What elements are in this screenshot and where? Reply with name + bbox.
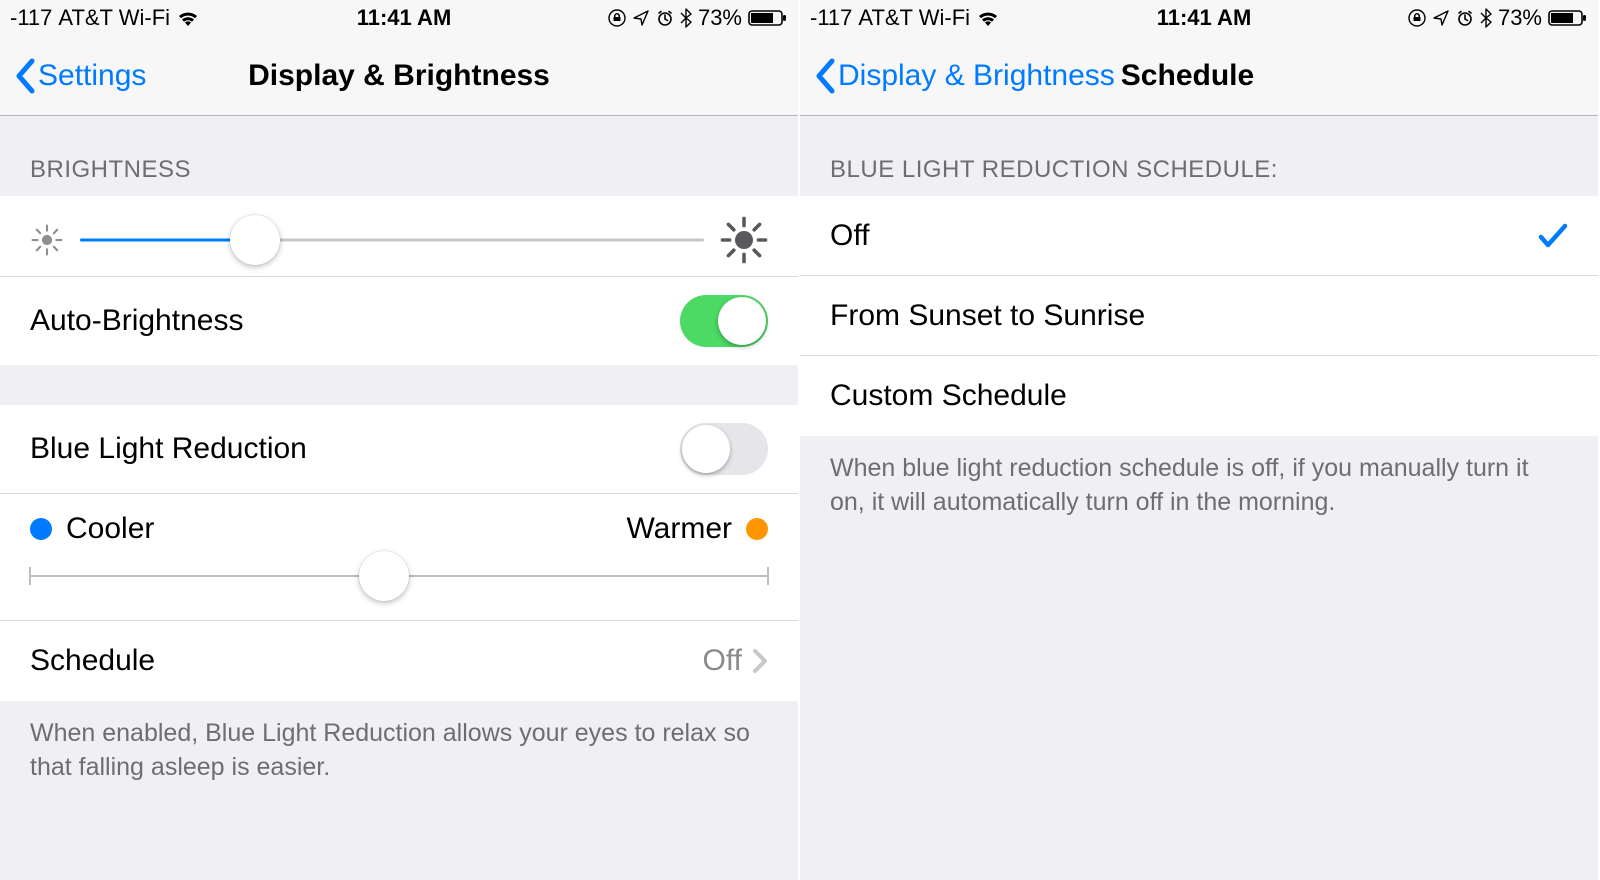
alarm-icon [1456,9,1474,27]
option-label: Custom Schedule [830,379,1568,413]
battery-percent: 73% [1498,5,1542,31]
blue-light-toggle[interactable] [680,423,768,475]
temperature-slider[interactable] [30,556,768,596]
auto-brightness-toggle[interactable] [680,295,768,347]
schedule-row[interactable]: Schedule Off [0,621,798,701]
wifi-icon [976,9,1000,27]
chevron-right-icon [752,648,768,674]
sun-large-icon [720,216,768,264]
bluetooth-icon [1480,8,1492,28]
signal-strength: -117 [10,5,52,31]
back-button[interactable]: Display & Brightness [814,58,1115,94]
cooler-label: Cooler [66,512,154,546]
blue-light-row: Blue Light Reduction [0,405,798,494]
alarm-icon [656,9,674,27]
back-label: Display & Brightness [838,59,1115,93]
blue-light-group: Blue Light Reduction Cooler Warmer Sched… [0,405,798,701]
auto-brightness-label: Auto-Brightness [30,304,680,338]
checkmark-icon [1538,223,1568,249]
back-button[interactable]: Settings [14,58,146,94]
nav-bar: Settings Display & Brightness [0,36,798,116]
signal-strength: -117 [810,5,852,31]
battery-icon [748,9,788,27]
warmer-label: Warmer [626,512,732,546]
chevron-left-icon [14,58,36,94]
nav-bar: Display & Brightness Schedule [800,36,1598,116]
blue-light-footer: When enabled, Blue Light Reduction allow… [0,701,798,809]
rotation-lock-icon [1408,9,1426,27]
location-icon [632,9,650,27]
option-label: From Sunset to Sunrise [830,299,1568,333]
warmer-dot-icon [746,518,768,540]
status-bar: -117 AT&T Wi-Fi 11:41 AM 73% [800,0,1598,36]
temperature-labels: Cooler Warmer [0,494,798,546]
auto-brightness-row: Auto-Brightness [0,277,798,365]
schedule-value: Off [703,644,742,678]
brightness-group: Auto-Brightness [0,196,798,365]
schedule-options-group: Off From Sunset to Sunrise Custom Schedu… [800,196,1598,436]
rotation-lock-icon [608,9,626,27]
battery-percent: 73% [698,5,742,31]
brightness-slider[interactable] [80,220,704,260]
blue-light-label: Blue Light Reduction [30,432,680,466]
page-title: Schedule [1121,59,1254,93]
schedule-footer: When blue light reduction schedule is of… [800,436,1598,544]
section-header-schedule: BLUE LIGHT REDUCTION SCHEDULE: [800,116,1598,196]
option-off[interactable]: Off [800,196,1598,276]
status-time: 11:41 AM [357,5,452,31]
sun-small-icon [30,223,64,257]
wifi-icon [176,9,200,27]
chevron-left-icon [814,58,836,94]
phone-left: -117 AT&T Wi-Fi 11:41 AM 73% [0,0,800,880]
back-label: Settings [38,59,146,93]
carrier-label: AT&T Wi-Fi [858,5,970,31]
carrier-label: AT&T Wi-Fi [58,5,170,31]
location-icon [1432,9,1450,27]
page-title: Display & Brightness [248,59,550,93]
status-bar: -117 AT&T Wi-Fi 11:41 AM 73% [0,0,798,36]
option-custom-schedule[interactable]: Custom Schedule [800,356,1598,436]
phone-right: -117 AT&T Wi-Fi 11:41 AM 73% [800,0,1600,880]
option-sunset-sunrise[interactable]: From Sunset to Sunrise [800,276,1598,356]
battery-icon [1548,9,1588,27]
brightness-slider-row [0,196,798,277]
option-label: Off [830,219,1538,253]
section-header-brightness: BRIGHTNESS [0,116,798,196]
schedule-label: Schedule [30,644,703,678]
bluetooth-icon [680,8,692,28]
status-time: 11:41 AM [1157,5,1252,31]
cooler-dot-icon [30,518,52,540]
